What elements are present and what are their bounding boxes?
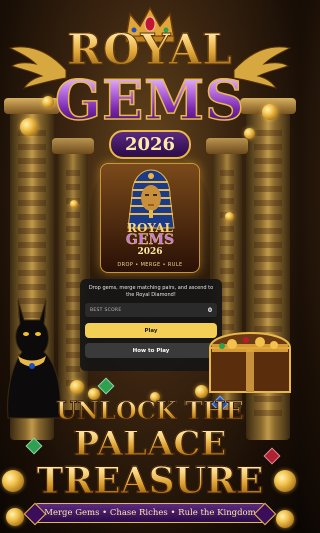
- logo-title-year: 2026: [137, 247, 163, 257]
- tagline-ribbon: Merge Gems • Chase Riches • Rule the Kin…: [34, 503, 266, 523]
- how-to-play-button[interactable]: How to Play: [85, 343, 217, 358]
- banner-line-unlock: UNLOCK THE: [0, 397, 300, 424]
- title-gems: GEMS: [0, 71, 300, 129]
- game-logo-card: ROYAL GEMS 2026 DROP • MERGE • RULE: [100, 163, 200, 273]
- title-year-badge: 2026: [108, 130, 192, 159]
- game-description: Drop gems, merge matching pairs, and asc…: [88, 285, 214, 298]
- coin-icon: [276, 510, 294, 528]
- coin-icon: [225, 212, 234, 221]
- coin-icon: [70, 380, 84, 394]
- tagline-ribbon-text: Merge Gems • Chase Riches • Rule the Kin…: [44, 508, 256, 518]
- best-score-label: BEST SCORE: [90, 307, 122, 313]
- title-royal: ROYAL: [0, 27, 300, 72]
- coin-icon: [70, 200, 78, 208]
- start-menu-panel: Drop gems, merge matching pairs, and asc…: [80, 279, 222, 371]
- best-score-row: BEST SCORE 0: [85, 303, 217, 317]
- play-button[interactable]: Play: [85, 323, 217, 338]
- gem-icon: [97, 377, 115, 395]
- logo-title: ROYAL GEMS 2026: [101, 222, 199, 258]
- best-score-value: 0: [207, 306, 212, 314]
- coin-icon: [6, 508, 24, 526]
- logo-tagline: DROP • MERGE • RULE: [117, 262, 183, 268]
- game-title: ROYAL GEMS 2026: [0, 27, 300, 159]
- banner-line-treasure: TREASURE: [0, 462, 300, 501]
- promo-banner: UNLOCK THE PALACE TREASURE: [0, 397, 300, 501]
- logo-title-gems: GEMS: [125, 232, 175, 248]
- banner-line-palace: PALACE: [0, 426, 300, 463]
- treasure-chest-icon: [208, 332, 292, 393]
